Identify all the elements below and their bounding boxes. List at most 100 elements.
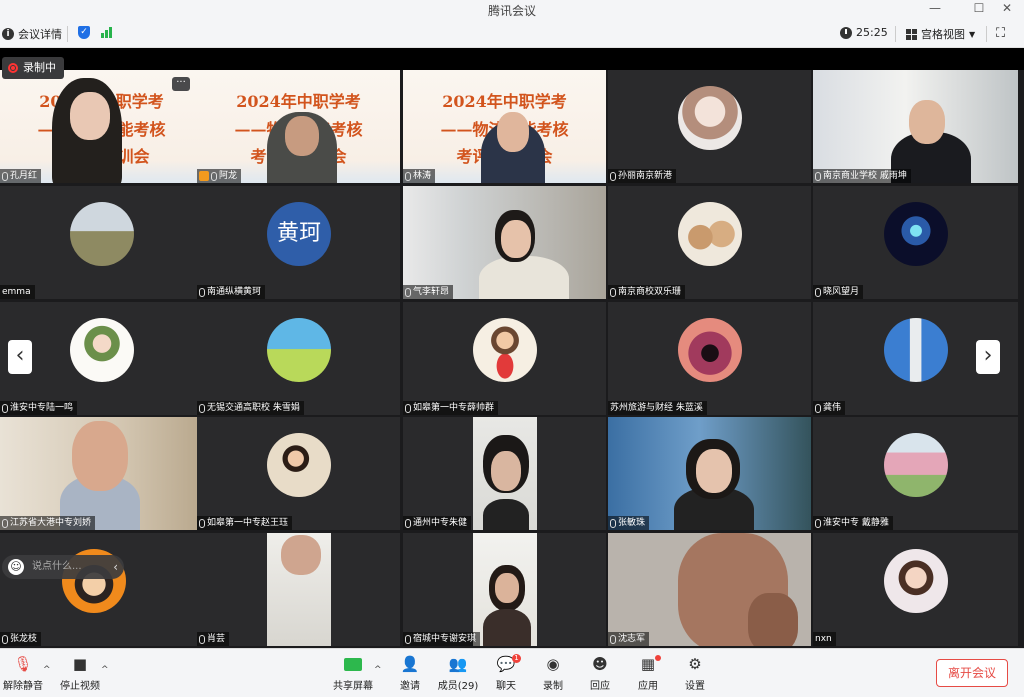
participant-name-label: 南京商业学校 戚雨坤 xyxy=(813,169,911,183)
video-tile[interactable]: 肖芸 xyxy=(197,533,400,646)
participant-body xyxy=(479,256,569,299)
participant-avatar xyxy=(678,202,742,266)
divider xyxy=(67,26,68,42)
meeting-info-label: 会议详情 xyxy=(18,28,62,41)
chevron-left-icon[interactable]: ‹ xyxy=(113,555,118,579)
participant-name-label: 气李轩昂 xyxy=(403,285,454,299)
maximize-button[interactable]: ☐ xyxy=(966,1,992,15)
next-page-button[interactable]: › xyxy=(976,340,1000,374)
participant-name: 如皋第一中专赵王珏 xyxy=(207,518,289,528)
participant-face xyxy=(72,421,128,491)
host-icon xyxy=(199,171,209,181)
video-tile[interactable]: 气李轩昂 xyxy=(403,186,606,299)
participant-name-label: 阿龙 xyxy=(197,169,242,183)
participant-name: 林涛 xyxy=(413,171,432,181)
chevron-down-icon: ▼ xyxy=(969,29,976,39)
participant-face xyxy=(495,573,519,603)
video-tile[interactable]: 黄珂 南通纵横黄珂 xyxy=(197,186,400,299)
mic-icon xyxy=(2,634,8,644)
slide-title-line1: 2024年中职学考 xyxy=(442,92,567,111)
participant-name-label: 孙丽南京新港 xyxy=(608,169,677,183)
window-title: 腾讯会议 xyxy=(487,4,536,18)
more-options-button[interactable]: ··· xyxy=(172,77,190,91)
video-tile[interactable]: 南京商业学校 戚雨坤 xyxy=(813,70,1018,183)
video-tile[interactable]: 淮安中专 戴静雅 xyxy=(813,417,1018,530)
participant-face xyxy=(70,92,110,140)
view-mode-dropdown[interactable]: 宫格视图 ▼ xyxy=(906,26,975,42)
mic-icon xyxy=(610,287,616,297)
video-tile[interactable]: 苏州旅游与财经 朱蓝溪 xyxy=(608,302,811,415)
video-tile-active-speaker[interactable]: 2024年中职学考 ——物流技能考核 考评员培训会 阿龙 xyxy=(197,70,400,183)
security-button[interactable]: ✓ xyxy=(78,26,90,39)
unmute-label: 解除静音 xyxy=(3,681,43,692)
video-tile[interactable]: 南京商校双乐珊 xyxy=(608,186,811,299)
video-tile[interactable]: 张敏珠 xyxy=(608,417,811,530)
mic-icon xyxy=(405,634,411,644)
ellipsis-icon: ··· xyxy=(176,77,186,88)
fullscreen-button[interactable]: ⛶ xyxy=(996,26,1005,41)
video-tile[interactable]: 孙丽南京新港 xyxy=(608,70,811,183)
share-screen-label: 共享屏幕 xyxy=(333,681,373,692)
participant-name-label: 龚伟 xyxy=(813,401,846,415)
participant-body xyxy=(483,609,531,646)
minimize-button[interactable]: — xyxy=(922,1,948,15)
participant-name-label: 如皋第一中专赵王珏 xyxy=(197,516,293,530)
info-icon: i xyxy=(2,28,14,40)
recording-badge[interactable]: 录制中 xyxy=(2,57,64,79)
apps-notification-dot xyxy=(655,655,661,661)
chat-placeholder: 说点什么... xyxy=(32,561,82,572)
participant-name-label: 淮安中专陆一鸣 xyxy=(0,401,78,415)
participant-name-label: 通州中专朱健 xyxy=(403,516,472,530)
video-tile[interactable]: 如皋第一中专薛帅群 xyxy=(403,302,606,415)
video-tile[interactable]: 沈志军 xyxy=(608,533,811,646)
participant-face xyxy=(696,449,732,493)
participant-name: 淮安中专陆一鸣 xyxy=(10,403,74,413)
participant-name-label: 孔月红 xyxy=(0,169,42,183)
video-tile[interactable]: nxn xyxy=(813,533,1018,646)
video-tile[interactable]: 2024年中职学考 ——物流技能考核 考评员培训会 林涛 xyxy=(403,70,606,183)
participant-name: 江苏省大港中专刘娇 xyxy=(10,518,92,528)
participant-name: 阿龙 xyxy=(219,171,238,181)
gear-icon: ⚙ xyxy=(688,655,702,673)
video-tile[interactable]: 通州中专朱健 xyxy=(403,417,606,530)
video-tile[interactable]: 无锡交通高职校 朱雪娟 xyxy=(197,302,400,415)
quick-chat-input[interactable]: ☺ 说点什么... ‹ xyxy=(2,555,124,579)
video-tile[interactable]: 张龙枝 xyxy=(0,533,203,646)
participant-name-label: 南通纵横黄珂 xyxy=(197,285,266,299)
participant-face xyxy=(501,220,531,258)
participant-name: nxn xyxy=(815,634,832,644)
recording-label: 录制中 xyxy=(23,61,56,74)
mic-icon xyxy=(815,171,821,181)
video-grid: 2024年中职学考 ——物流技能考核 考评员培训会 孔月红 2024年中职学考 … xyxy=(0,70,1024,648)
leave-meeting-button[interactable]: 离开会议 xyxy=(936,659,1008,687)
mic-icon xyxy=(199,403,205,413)
participant-name: 张龙枝 xyxy=(10,634,38,644)
chevron-up-icon[interactable]: ^ xyxy=(101,665,109,675)
chevron-left-icon: ‹ xyxy=(15,343,25,368)
slide-title-line1: 2024年中职学考 xyxy=(236,92,361,111)
participant-name: 南京商业学校 戚雨坤 xyxy=(823,171,907,181)
video-tile[interactable]: 宿城中专谢安琪 xyxy=(403,533,606,646)
settings-button[interactable]: ⚙ 设置 xyxy=(664,653,726,692)
close-button[interactable]: ✕ xyxy=(994,1,1020,15)
mic-icon xyxy=(199,634,205,644)
chevron-right-icon: › xyxy=(983,343,993,368)
participant-avatar xyxy=(884,202,948,266)
video-tile[interactable]: emma xyxy=(0,186,203,299)
video-tile[interactable]: 江苏省大港中专刘娇 xyxy=(0,417,203,530)
participant-avatar xyxy=(267,433,331,497)
clock-icon xyxy=(840,26,852,39)
mic-icon xyxy=(2,403,8,413)
mic-icon xyxy=(610,171,616,181)
prev-page-button[interactable]: ‹ xyxy=(8,340,32,374)
participant-name-label: 淮安中专 戴静雅 xyxy=(813,516,893,530)
participant-name: 苏州旅游与财经 朱蓝溪 xyxy=(610,403,703,413)
participant-avatar xyxy=(70,318,134,382)
divider xyxy=(986,26,987,42)
record-icon xyxy=(8,63,18,73)
network-button[interactable] xyxy=(101,26,112,38)
video-tile[interactable]: 如皋第一中专赵王珏 xyxy=(197,417,400,530)
meeting-info-button[interactable]: i 会议详情 xyxy=(2,26,62,42)
video-tile[interactable]: 晓风望月 xyxy=(813,186,1018,299)
mic-icon xyxy=(211,171,217,181)
